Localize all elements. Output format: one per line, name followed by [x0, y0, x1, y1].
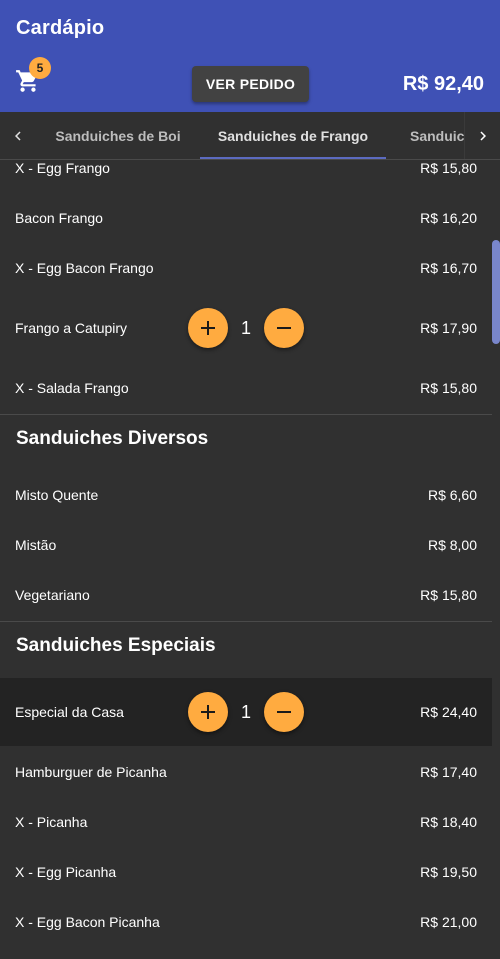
- cart-count-badge: 5: [29, 57, 51, 79]
- list-item[interactable]: X - Egg Frango R$ 15,80: [0, 160, 492, 193]
- item-price: R$ 16,20: [420, 210, 477, 226]
- section-title: Sanduiches Especiais: [16, 635, 216, 656]
- item-name: Misto Quente: [15, 487, 99, 503]
- list-item[interactable]: Mistão R$ 8,00: [0, 520, 492, 570]
- increase-quantity-button[interactable]: [188, 692, 228, 732]
- list-item[interactable]: X - Egg Picanha R$ 19,50: [0, 847, 492, 897]
- minus-icon: [277, 711, 291, 713]
- item-price: R$ 24,40: [420, 704, 477, 720]
- item-price: R$ 17,90: [420, 320, 477, 336]
- item-price: R$ 15,80: [420, 160, 477, 176]
- plus-icon: [201, 705, 215, 719]
- section-divider: [0, 621, 492, 622]
- list-item[interactable]: Frango a Catupiry 1 R$ 17,90: [0, 303, 492, 353]
- item-name: Especial da Casa: [15, 704, 124, 720]
- section-divider: [0, 414, 492, 415]
- active-tab-indicator: [200, 157, 386, 159]
- view-order-button[interactable]: VER PEDIDO: [192, 66, 309, 102]
- list-item[interactable]: Hamburguer de Picanha R$ 17,40: [0, 747, 492, 797]
- order-total: R$ 92,40: [402, 73, 484, 95]
- category-tabs: Sanduiches de Boi Sanduiches de Frango S…: [0, 112, 500, 160]
- list-item-selected[interactable]: Especial da Casa 1 R$ 24,40: [0, 678, 492, 746]
- decrease-quantity-button[interactable]: [264, 692, 304, 732]
- item-name: X - Picanha: [15, 814, 88, 830]
- menu-list: X - Egg Frango R$ 15,80 Bacon Frango R$ …: [0, 160, 492, 959]
- chevron-right-icon: [479, 131, 486, 141]
- item-name: X - Salada Frango: [15, 380, 129, 396]
- tab-sanduiches-de-frango[interactable]: Sanduiches de Frango: [200, 112, 386, 159]
- decrease-quantity-button[interactable]: [264, 308, 304, 348]
- minus-icon: [277, 327, 291, 329]
- item-name: Frango a Catupiry: [15, 320, 128, 336]
- quantity-value: 1: [240, 317, 251, 338]
- item-price: R$ 18,40: [420, 814, 477, 830]
- list-item[interactable]: X - Salada Frango R$ 15,80: [0, 363, 492, 413]
- item-name: Mistão: [15, 537, 57, 553]
- item-price: R$ 6,60: [427, 487, 477, 503]
- item-price: R$ 17,40: [420, 764, 477, 780]
- item-price: R$ 8,00: [427, 537, 477, 553]
- list-item[interactable]: X - Egg Bacon Frango R$ 16,70: [0, 243, 492, 293]
- increase-quantity-button[interactable]: [188, 308, 228, 348]
- list-item[interactable]: X - Egg Bacon Picanha R$ 21,00: [0, 897, 492, 947]
- item-price: R$ 21,00: [420, 914, 477, 930]
- item-name: Hamburguer de Picanha: [15, 764, 167, 780]
- item-name: X - Egg Picanha: [15, 864, 117, 880]
- quantity-stepper: 1: [188, 692, 304, 732]
- item-price: R$ 15,80: [420, 380, 477, 396]
- item-name: Vegetariano: [15, 587, 90, 603]
- scrollbar[interactable]: [492, 160, 500, 959]
- list-item[interactable]: X - Picanha R$ 18,40: [0, 797, 492, 847]
- item-price: R$ 16,70: [420, 260, 477, 276]
- plus-icon: [201, 321, 215, 335]
- item-price: R$ 15,80: [420, 587, 477, 603]
- section-title: Sanduiches Diversos: [16, 428, 209, 449]
- page-title: Cardápio: [16, 17, 105, 39]
- scrollbar-thumb[interactable]: [492, 240, 500, 344]
- tabs-scroll-right-button[interactable]: [464, 112, 500, 159]
- tabs-scroll-left-button[interactable]: [0, 112, 36, 159]
- item-price: R$ 19,50: [420, 864, 477, 880]
- item-name: X - Egg Bacon Picanha: [15, 914, 160, 930]
- app-bar: Cardápio 5 VER PEDIDO R$ 92,40: [0, 0, 500, 112]
- quantity-stepper: 1: [188, 308, 304, 348]
- item-name: X - Egg Frango: [15, 160, 110, 176]
- tab-sanduiches-de-boi[interactable]: Sanduiches de Boi: [36, 112, 200, 159]
- item-name: X - Egg Bacon Frango: [15, 260, 154, 276]
- chevron-left-icon: [15, 131, 21, 141]
- quantity-value: 1: [240, 701, 251, 722]
- item-name: Bacon Frango: [15, 210, 103, 226]
- list-item[interactable]: Bacon Frango R$ 16,20: [0, 193, 492, 243]
- list-item[interactable]: Vegetariano R$ 15,80: [0, 570, 492, 620]
- list-item[interactable]: Misto Quente R$ 6,60: [0, 470, 492, 520]
